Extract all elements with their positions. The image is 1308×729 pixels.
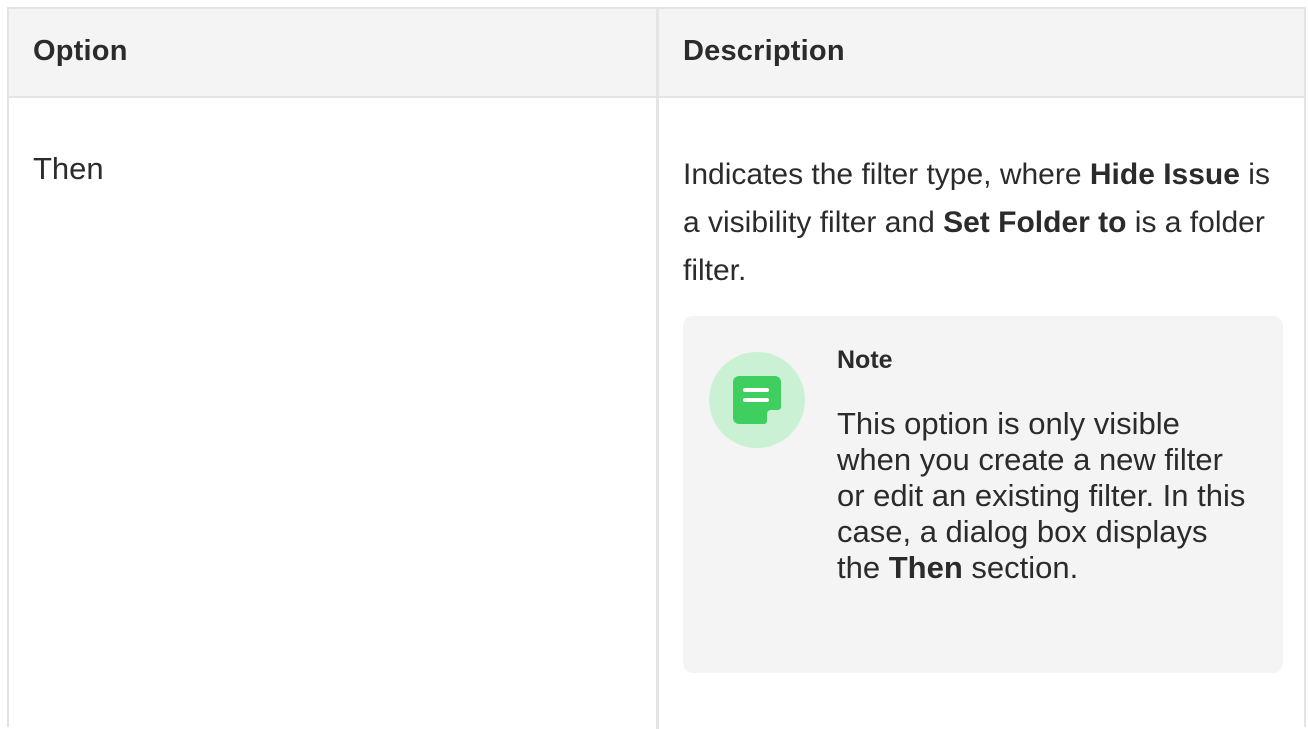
column-divider — [656, 9, 659, 729]
option-cell: Then — [33, 151, 104, 186]
description-cell: Indicates the filter type, where Hide Is… — [683, 151, 1283, 295]
note-callout: Note This option is only visible when yo… — [683, 316, 1283, 673]
hide-issue-label: Hide Issue — [1089, 158, 1240, 191]
then-label: Then — [888, 550, 963, 585]
note-text: This option is only visible when you cre… — [837, 406, 1257, 586]
description-text: Indicates the filter type, where — [683, 158, 1090, 191]
header-description: Description — [683, 35, 845, 67]
note-icon — [709, 352, 805, 448]
note-text-part: section. — [962, 550, 1079, 585]
set-folder-to-label: Set Folder to — [943, 206, 1127, 239]
note-title: Note — [837, 346, 893, 374]
options-table: Option Description Then Indicates the fi… — [7, 7, 1306, 729]
header-option: Option — [33, 35, 128, 67]
